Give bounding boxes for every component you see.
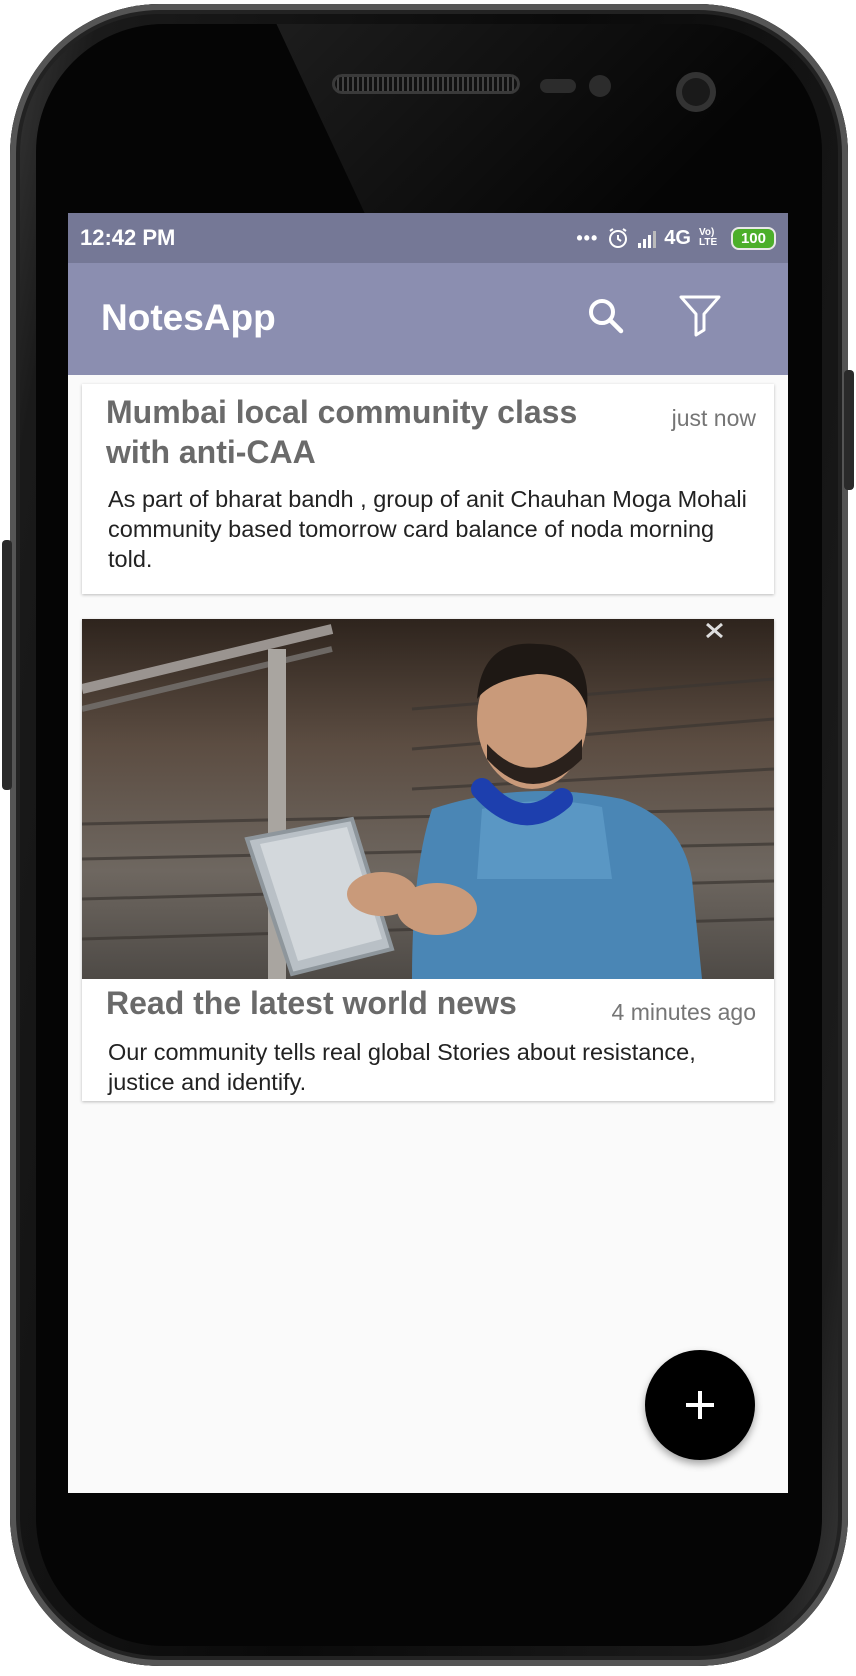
signal-strength-icon <box>638 228 657 248</box>
note-title: Read the latest world news <box>106 985 517 1021</box>
plus-icon <box>686 1391 714 1419</box>
search-icon <box>589 299 624 334</box>
earpiece-speaker <box>332 74 520 94</box>
note-card[interactable]: Mumbai local community class with anti-C… <box>82 384 774 594</box>
note-timestamp: 4 minutes ago <box>611 999 756 1025</box>
note-timestamp: just now <box>671 405 756 431</box>
phone-side-button-left <box>2 540 12 790</box>
note-title-line2: with anti-CAA <box>106 434 316 470</box>
volte-icon: Vo) LTE <box>698 227 718 248</box>
filter-button[interactable] <box>672 287 728 343</box>
network-type: 4G <box>664 226 691 249</box>
notes-list[interactable]: Mumbai local community class with anti-C… <box>68 375 788 1493</box>
light-sensor <box>589 75 611 97</box>
alarm-icon <box>609 228 628 248</box>
proximity-sensor <box>540 79 576 93</box>
status-time: 12:42 PM <box>80 225 176 250</box>
note-title: Mumbai local community class with anti-C… <box>106 392 577 472</box>
note-image <box>82 619 774 979</box>
app-screen: 12:42 PM ••• 4G Vo) LTE 100 NotesApp Mum… <box>68 213 788 1493</box>
status-bar: 12:42 PM ••• 4G Vo) LTE 100 <box>68 213 788 263</box>
note-body: As part of bharat bandh , group of anit … <box>108 486 747 572</box>
search-button[interactable] <box>578 288 634 344</box>
note-card[interactable]: Read the latest world news 4 minutes ago… <box>82 619 774 1101</box>
note-title-line1: Mumbai local community class <box>106 394 578 430</box>
filter-icon <box>679 295 721 337</box>
add-note-button[interactable] <box>645 1350 755 1460</box>
notification-dots: ••• <box>576 227 599 248</box>
battery-indicator: 100 <box>730 226 776 250</box>
note-body: Our community tells real global Stories … <box>108 1039 696 1095</box>
app-toolbar: NotesApp <box>68 263 788 375</box>
note-photo <box>82 619 774 979</box>
front-camera <box>676 72 716 112</box>
app-title: NotesApp <box>101 297 276 338</box>
status-icons: ••• 4G Vo) LTE 100 <box>576 226 776 250</box>
phone-side-button-right <box>844 370 854 490</box>
